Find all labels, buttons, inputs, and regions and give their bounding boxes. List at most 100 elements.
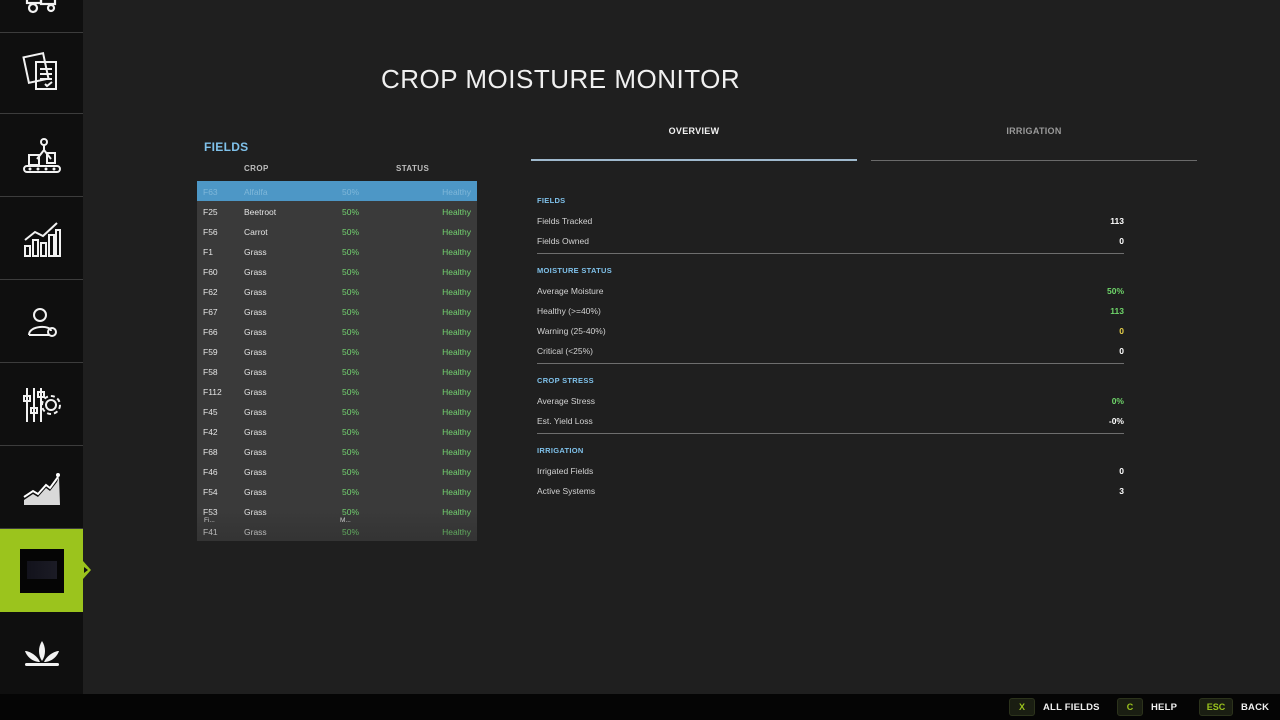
field-id: F42 — [203, 427, 218, 437]
key-badge: ESC — [1199, 698, 1233, 716]
field-id: F60 — [203, 267, 218, 277]
field-moisture: 50% — [342, 327, 360, 337]
price-trend-icon — [22, 473, 60, 505]
field-id: F67 — [203, 307, 218, 317]
sidebar-item-settings[interactable] — [0, 365, 83, 446]
tab-irrigation-label: IRRIGATION — [1006, 126, 1062, 136]
fields-list-title: FIELDS — [204, 140, 249, 154]
tab-irrigation[interactable]: IRRIGATION — [871, 125, 1197, 161]
field-list-row[interactable]: F56 Carrot 50% Healthy — [197, 221, 477, 241]
input-hints-bar: X ALL FIELDS C HELP ESC BACK — [0, 694, 1280, 720]
field-id: F46 — [203, 467, 218, 477]
field-moisture: 50% — [342, 467, 360, 477]
field-moisture: 50% — [342, 447, 360, 457]
field-moisture: 50% — [342, 527, 360, 537]
stat-label: Fields Tracked — [537, 216, 593, 226]
field-id: F63 — [203, 187, 218, 197]
field-list-row[interactable]: F53 Grass 50% Healthy — [197, 501, 477, 521]
sidebar-item-statistics[interactable] — [0, 199, 83, 280]
stat-healthy-count: Healthy (>=40%) 113 — [537, 306, 1124, 318]
hint-action-label: BACK — [1241, 701, 1270, 713]
hint-back[interactable]: ESC BACK — [1199, 698, 1269, 716]
hint-all-fields[interactable]: X ALL FIELDS — [1009, 698, 1100, 716]
sidebar-item-contracts[interactable] — [0, 33, 83, 114]
field-id: F25 — [203, 207, 218, 217]
field-status: Healthy — [442, 327, 471, 337]
field-list-row[interactable]: F60 Grass 50% Healthy — [197, 261, 477, 281]
field-list-row[interactable]: F58 Grass 50% Healthy — [197, 361, 477, 381]
field-status: Healthy — [442, 287, 471, 297]
field-moisture: 50% — [342, 267, 360, 277]
field-moisture: 50% — [342, 247, 360, 257]
field-list-row[interactable]: F67 Grass 50% Healthy — [197, 301, 477, 321]
field-list-row[interactable]: F66 Grass 50% Healthy — [197, 321, 477, 341]
field-crop: Beetroot — [244, 207, 277, 217]
field-crop: Grass — [244, 487, 267, 497]
field-status: Healthy — [442, 227, 471, 237]
field-list-row[interactable]: F59 Grass 50% Healthy — [197, 341, 477, 361]
field-list-row[interactable]: F68 Grass 50% Healthy — [197, 441, 477, 461]
stat-value: 0 — [1119, 466, 1124, 476]
stat-label: Irrigated Fields — [537, 466, 594, 476]
stat-label: Average Moisture — [537, 286, 604, 296]
field-crop: Carrot — [244, 227, 268, 237]
field-moisture: 50% — [342, 287, 360, 297]
stat-label: Active Systems — [537, 486, 596, 496]
field-status: Healthy — [442, 447, 471, 457]
tractor-icon — [25, 0, 56, 14]
field-list-row[interactable]: F112 Grass 50% Healthy — [197, 381, 477, 401]
stat-fields-owned: Fields Owned 0 — [537, 236, 1124, 248]
hint-help[interactable]: C HELP — [1117, 698, 1177, 716]
stat-value: 113 — [1110, 306, 1124, 316]
sidebar-item-crop-moisture-monitor[interactable] — [0, 529, 91, 612]
field-list-row[interactable]: F54 Grass 50% Healthy — [197, 481, 477, 501]
field-id: F66 — [203, 327, 218, 337]
fields-list[interactable]: F63 Alfalfa 50% Healthy F25 Beetroot 50% Health… — [197, 181, 477, 541]
field-list-row[interactable]: F25 Beetroot 50% Healthy — [197, 201, 477, 221]
section-divider — [537, 433, 1124, 434]
field-id: F41 — [203, 527, 218, 537]
field-crop: Grass — [244, 427, 267, 437]
sidebar-menu — [0, 0, 91, 694]
field-moisture: 50% — [342, 367, 360, 377]
field-moisture: 50% — [342, 307, 360, 317]
sidebar-item-finances[interactable] — [0, 282, 83, 363]
field-status: Healthy — [442, 187, 471, 197]
stat-label: Warning (25-40%) — [537, 326, 606, 336]
farmer-finance-icon — [27, 308, 57, 337]
sidebar-item-production[interactable] — [0, 116, 83, 197]
field-id: F112 — [203, 387, 222, 397]
field-id: F1 — [203, 247, 213, 257]
field-id: F59 — [203, 347, 218, 357]
section-title-moisture-status: MOISTURE STATUS — [537, 266, 613, 275]
column-header-status[interactable]: STATUS — [396, 164, 429, 173]
section-divider — [537, 363, 1124, 364]
sidebar-item-crops[interactable] — [0, 613, 83, 694]
field-status: Healthy — [442, 207, 471, 217]
tab-irrigation-underline — [871, 160, 1197, 161]
field-list-row[interactable]: F45 Grass 50% Healthy — [197, 401, 477, 421]
tab-overview[interactable]: OVERVIEW — [531, 125, 857, 161]
field-status: Healthy — [442, 387, 471, 397]
field-status: Healthy — [442, 307, 471, 317]
field-list-row[interactable]: F62 Grass 50% Healthy — [197, 281, 477, 301]
field-status: Healthy — [442, 267, 471, 277]
sidebar-item-prices[interactable] — [0, 448, 83, 529]
column-header-crop[interactable]: CROP — [244, 164, 269, 173]
field-id: F45 — [203, 407, 218, 417]
stat-value: 113 — [1110, 216, 1124, 226]
field-list-row[interactable]: F46 Grass 50% Healthy — [197, 461, 477, 481]
field-list-row[interactable]: F1 Grass 50% Healthy — [197, 241, 477, 261]
field-list-row[interactable]: F42 Grass 50% Healthy — [197, 421, 477, 441]
field-crop: Grass — [244, 267, 267, 277]
sidebar-item-vehicles[interactable] — [0, 0, 83, 33]
hint-action-label: ALL FIELDS — [1043, 701, 1100, 713]
section-title-fields: FIELDS — [537, 196, 566, 205]
field-list-row[interactable]: F41 Grass 50% Healthy — [197, 521, 477, 541]
tab-overview-underline — [531, 159, 857, 161]
crop-moisture-monitor-icon — [19, 548, 64, 593]
field-list-row[interactable]: F63 Alfalfa 50% Healthy — [197, 181, 477, 201]
field-id: F62 — [203, 287, 218, 297]
field-status: Healthy — [442, 247, 471, 257]
stat-label: Fields Owned — [537, 236, 589, 246]
